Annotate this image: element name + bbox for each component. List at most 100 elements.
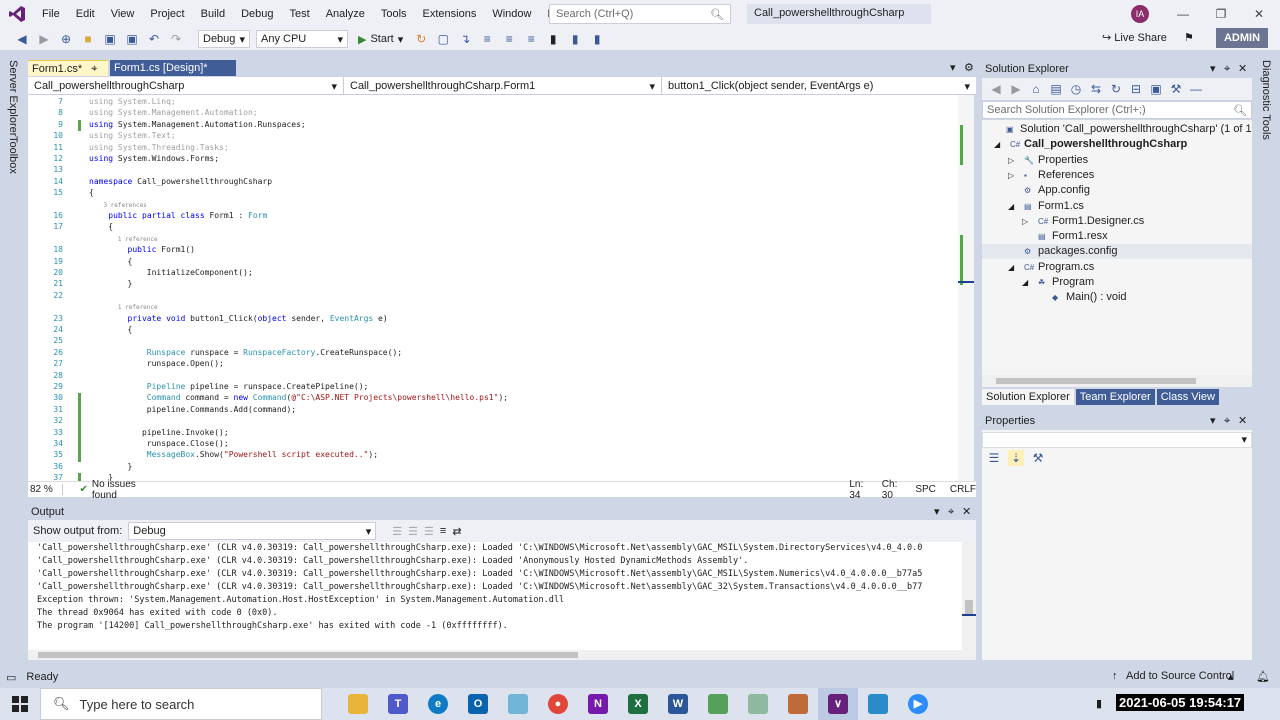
show-all-files-icon[interactable]: ▣ <box>1148 81 1164 97</box>
prev-message-icon[interactable]: ☰ <box>408 525 418 538</box>
tab-dropdown-icon[interactable]: ▾ <box>950 61 956 74</box>
tree-item[interactable]: ▷ 🔧 Properties <box>982 153 1252 168</box>
toolbox-tab[interactable]: Toolbox <box>7 136 19 174</box>
visual-studio-logo-icon[interactable] <box>0 0 34 28</box>
issues-status[interactable]: No issues found <box>92 479 140 501</box>
minimize-icon[interactable]: — <box>1168 0 1198 28</box>
tree-item[interactable]: ⚙ App.config <box>982 183 1252 198</box>
tree-item[interactable]: ◢ C# Call_powershellthroughCsharp <box>982 137 1252 152</box>
pin-icon[interactable]: ⌖ <box>1224 60 1230 78</box>
notepad-icon[interactable] <box>498 688 538 720</box>
menu-test[interactable]: Test <box>282 0 318 28</box>
code-line[interactable]: { <box>89 222 113 231</box>
expander-icon[interactable]: ◢ <box>1008 260 1014 275</box>
tab-form1-design[interactable]: Form1.cs [Design]* <box>110 60 236 76</box>
editor-vertical-scrollbar[interactable] <box>958 95 974 481</box>
code-line[interactable]: pipeline.Commands.Add(command); <box>89 405 296 414</box>
expander-icon[interactable]: ▷ <box>1022 214 1028 229</box>
code-line[interactable]: } <box>89 279 133 288</box>
forward-icon[interactable]: ▶ <box>1008 81 1024 97</box>
avatar[interactable]: IA <box>1131 5 1149 23</box>
code-line[interactable]: Pipeline pipeline = runspace.CreatePipel… <box>89 382 369 391</box>
code-line[interactable]: using System.Management.Automation; <box>89 108 258 117</box>
back-icon[interactable]: ◀ <box>988 81 1004 97</box>
collapse-all-icon[interactable]: ⊟ <box>1128 81 1144 97</box>
history-icon[interactable]: ◷ <box>1068 81 1084 97</box>
bookmark-prev-icon[interactable]: ▮ <box>567 31 583 47</box>
menu-window[interactable]: Window <box>484 0 539 28</box>
edge-icon[interactable]: e <box>418 688 458 720</box>
clear-all-icon[interactable]: ≡ <box>440 525 446 537</box>
tree-item[interactable]: ◢ ▤ Form1.cs <box>982 199 1252 214</box>
onenote-icon[interactable]: N <box>578 688 618 720</box>
uncomment-icon[interactable]: ≡ <box>523 31 539 47</box>
align-icon[interactable]: ≡ <box>479 31 495 47</box>
platform-dropdown[interactable]: Any CPU ▾ <box>256 30 348 48</box>
code-line[interactable]: { <box>89 257 133 266</box>
code-line[interactable]: MessageBox.Show("Powershell script execu… <box>89 450 378 459</box>
notifications-icon[interactable]: 🔔︎ <box>1256 670 1270 683</box>
switch-views-icon[interactable]: ▤ <box>1048 81 1064 97</box>
close-icon[interactable]: ✕ <box>1244 0 1274 28</box>
screenshot-icon[interactable]: ▢ <box>435 31 451 47</box>
menu-project[interactable]: Project <box>142 0 192 28</box>
menu-extensions[interactable]: Extensions <box>415 0 485 28</box>
sync-icon[interactable]: ⇆ <box>1088 81 1104 97</box>
maximize-icon[interactable]: ❐ <box>1206 0 1236 28</box>
panel-menu-icon[interactable]: ▾ <box>1210 60 1216 78</box>
remote-desktop-icon[interactable] <box>858 688 898 720</box>
panel-menu-icon[interactable]: ▾ <box>934 504 940 520</box>
excel-icon[interactable]: X <box>618 688 658 720</box>
code-line[interactable]: public partial class Form1 : Form <box>89 211 267 220</box>
project-dropdown[interactable]: Call_powershellthroughCsharp ▾ <box>28 77 344 95</box>
refresh-icon[interactable]: ↻ <box>1108 81 1124 97</box>
code-line[interactable]: using System.Windows.Forms; <box>89 154 219 163</box>
code-line[interactable]: Runspace runspace = RunspaceFactory.Crea… <box>89 348 402 357</box>
configuration-dropdown[interactable]: Debug ▾ <box>198 30 250 48</box>
expander-icon[interactable]: ◢ <box>1022 275 1028 290</box>
code-line[interactable]: using System.Text; <box>89 131 176 140</box>
tree-item[interactable]: ▷ ▪ References <box>982 168 1252 183</box>
tree-item[interactable]: ▤ Form1.resx <box>982 229 1252 244</box>
save-all-icon[interactable]: ▣ <box>124 31 140 47</box>
tree-item[interactable]: ◆ Main() : void <box>982 290 1252 305</box>
code-line[interactable]: runspace.Open(); <box>89 359 224 368</box>
wrench-icon[interactable]: ⚒ <box>1168 81 1184 97</box>
admin-badge[interactable]: ADMIN <box>1216 28 1268 48</box>
bookmark-next-icon[interactable]: ▮ <box>589 31 605 47</box>
visual-studio-taskbar-icon[interactable]: ∨ <box>818 688 858 720</box>
tab-form1-cs[interactable]: Form1.cs* ⌖ ✕ <box>28 60 108 91</box>
panel-menu-icon[interactable]: ▾ <box>1210 412 1216 430</box>
close-icon[interactable]: ✕ <box>1238 412 1247 430</box>
start-button[interactable]: ▶ Start ▾ <box>354 33 407 46</box>
tree-horizontal-scrollbar[interactable] <box>982 375 1252 387</box>
menu-tools[interactable]: Tools <box>373 0 415 28</box>
tree-item[interactable]: ▣ Solution 'Call_powershellthroughCsharp'… <box>982 122 1252 137</box>
forward-icon[interactable]: ▶ <box>36 31 52 47</box>
teams-icon[interactable]: T <box>378 688 418 720</box>
paint-icon[interactable] <box>778 688 818 720</box>
code-line[interactable]: using System.Threading.Tasks; <box>89 143 229 152</box>
menu-edit[interactable]: Edit <box>68 0 103 28</box>
code-line[interactable]: Command command = new Command(@"C:\ASP.N… <box>89 393 508 402</box>
pin-icon[interactable]: ⌖ <box>91 63 97 75</box>
menu-file[interactable]: File <box>34 0 68 28</box>
pin-icon[interactable]: ⌖ <box>1224 412 1230 430</box>
code-line[interactable]: { <box>89 325 133 334</box>
next-message-icon[interactable]: ☰ <box>424 525 434 538</box>
sheets-icon[interactable] <box>698 688 738 720</box>
menu-analyze[interactable]: Analyze <box>318 0 373 28</box>
code-line[interactable]: public Form1() <box>89 245 195 254</box>
menu-build[interactable]: Build <box>193 0 233 28</box>
solution-search-input[interactable]: Search Solution Explorer (Ctrl+;) 🔍︎ <box>982 101 1252 119</box>
close-icon[interactable]: ✕ <box>962 504 971 520</box>
menu-view[interactable]: View <box>103 0 143 28</box>
expander-icon[interactable]: ▷ <box>1008 168 1014 183</box>
tree-item[interactable]: ▷ C# Form1.Designer.cs <box>982 214 1252 229</box>
code-line[interactable]: 1 reference <box>89 234 158 243</box>
undo-icon[interactable]: ↶ <box>146 31 162 47</box>
code-line[interactable]: private void button1_Click(object sender… <box>89 314 388 323</box>
server-explorer-tab[interactable]: Server Explorer <box>7 60 19 136</box>
categorized-icon[interactable]: ☰ <box>986 450 1002 466</box>
redo-icon[interactable]: ↷ <box>168 31 184 47</box>
